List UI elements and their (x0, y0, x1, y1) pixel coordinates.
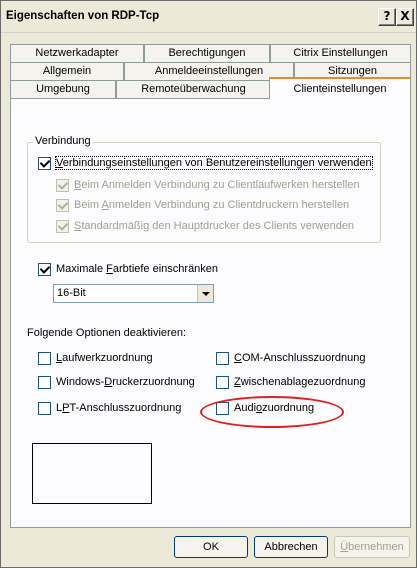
help-button[interactable]: ? (378, 8, 396, 26)
disable-options-title: Folgende Optionen deaktivieren: (27, 327, 186, 339)
connect-drives-label: Beim Anmelden Verbindung zu Clientlaufwe… (74, 179, 360, 191)
properties-dialog: Eigenschaften von RDP-Tcp ? X Netzwerkad… (0, 0, 417, 568)
connect-drives-checkbox[interactable] (56, 179, 69, 192)
clipboard-label[interactable]: Zwischenablagezuordnung (234, 376, 366, 388)
limit-color-depth-checkbox[interactable] (38, 263, 51, 276)
color-depth-value: 16-Bit (57, 287, 86, 299)
drive-mapping-checkbox[interactable] (38, 352, 51, 365)
red-highlight-circle (200, 396, 344, 428)
tab-clienteinstellungen[interactable]: Clienteinstellungen (269, 77, 411, 99)
com-port-label[interactable]: COM-Anschlusszuordnung (234, 352, 365, 364)
limit-color-depth-label[interactable]: Maximale Farbtiefe einschränken (56, 263, 218, 275)
windows-printer-label[interactable]: Windows-Druckerzuordnung (56, 376, 195, 388)
lpt-port-checkbox[interactable] (38, 402, 51, 415)
tab-remoteueberwachung[interactable]: Remoteüberwachung (116, 80, 271, 98)
preview-box (32, 443, 152, 504)
tab-netzwerkadapter[interactable]: Netzwerkadapter (10, 44, 144, 62)
com-port-checkbox[interactable] (216, 352, 229, 365)
connect-printers-label: Beim Anmelden Verbindung zu Clientdrucke… (74, 199, 350, 211)
tab-citrix-einstellungen[interactable]: Citrix Einstellungen (270, 44, 411, 62)
use-user-settings-label[interactable]: Verbindungseinstellungen von Benutzerein… (55, 156, 373, 170)
tab-umgebung[interactable]: Umgebung (10, 80, 116, 98)
ok-button[interactable]: OK (174, 536, 248, 558)
connect-printers-checkbox[interactable] (56, 199, 69, 212)
lpt-port-label[interactable]: LPT-Anschlusszuordnung (56, 402, 181, 414)
use-user-settings-checkbox[interactable] (38, 157, 51, 170)
tab-allgemein[interactable]: Allgemein (10, 62, 124, 80)
drive-mapping-label[interactable]: Laufwerkzuordnung (56, 352, 153, 364)
close-button[interactable]: X (396, 8, 414, 26)
window-title: Eigenschaften von RDP-Tcp (6, 10, 160, 22)
color-depth-select[interactable]: 16-Bit (53, 284, 214, 303)
clipboard-checkbox[interactable] (216, 376, 229, 389)
windows-printer-checkbox[interactable] (38, 376, 51, 389)
connection-group-title: Verbindung (33, 135, 93, 147)
default-printer-checkbox[interactable] (56, 220, 69, 233)
title-bar: Eigenschaften von RDP-Tcp ? X (1, 1, 416, 33)
chevron-down-icon[interactable] (197, 285, 213, 302)
tab-berechtigungen[interactable]: Berechtigungen (144, 44, 270, 62)
cancel-button[interactable]: Abbrechen (254, 536, 328, 558)
default-printer-label: Standardmäßig den Hauptdrucker des Clien… (74, 220, 355, 232)
apply-button[interactable]: Übernehmen (334, 536, 410, 558)
